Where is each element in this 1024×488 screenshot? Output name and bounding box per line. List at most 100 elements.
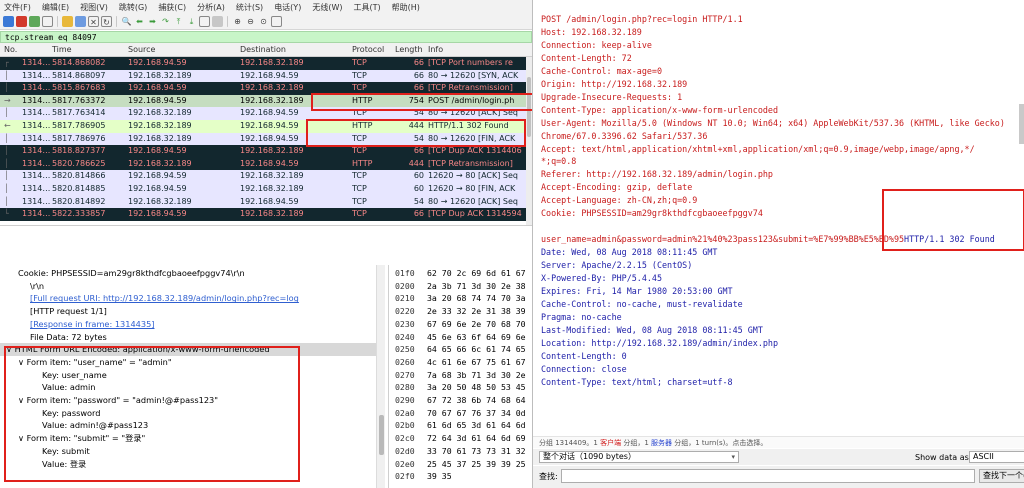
display-filter-bar[interactable]: tcp.stream eq 84097 [0, 31, 532, 43]
packet-row[interactable]: ┌ 1314… 5814.868082 192.168.94.59 192.168.32… [0, 57, 532, 70]
menu-item[interactable]: 文件(F) [4, 2, 31, 13]
hex-bytes[interactable]: 64 65 66 6c 61 74 65 [427, 343, 526, 356]
details-scrollbar[interactable] [376, 265, 385, 488]
packet-row[interactable]: │ 1314… 5818.827377 192.168.94.59 192.168.32… [0, 145, 532, 158]
packet-row[interactable]: │ 1314… 5817.786976 192.168.32.189 192.168.9… [0, 132, 532, 146]
menu-item[interactable]: 工具(T) [353, 2, 380, 13]
close-file-icon[interactable]: ✕ [88, 16, 99, 27]
packet-row[interactable]: │ 1314… 5814.868097 192.168.32.189 192.168.9… [0, 69, 532, 83]
menu-item[interactable]: 无线(W) [312, 2, 342, 13]
hex-bytes[interactable]: 62 70 2c 69 6d 61 67 [427, 267, 526, 280]
hex-bytes[interactable]: 67 69 6e 2e 70 68 70 [427, 318, 526, 331]
stream-scrollbar-thumb[interactable] [1019, 104, 1024, 144]
find-packet-icon[interactable]: 🔍 [121, 16, 132, 27]
hex-bytes[interactable]: 7a 68 3b 71 3d 30 2e [427, 369, 526, 382]
detail-row[interactable]: Value: admin!@#pass123 [0, 419, 376, 432]
menu-item[interactable]: 编辑(E) [42, 2, 69, 13]
first-packet-icon[interactable]: ⤒ [173, 16, 184, 27]
go-to-packet-icon[interactable]: ↷ [160, 16, 171, 27]
status-server-link[interactable]: 服务器 [651, 439, 672, 447]
colorize-icon[interactable] [212, 16, 223, 27]
hex-bytes[interactable]: 4c 61 6e 67 75 61 67 [427, 356, 526, 369]
stop-capture-icon[interactable] [16, 16, 27, 27]
detail-row[interactable]: [HTTP request 1/1] [0, 305, 376, 318]
zoom-out-icon[interactable]: ⊖ [245, 16, 256, 27]
hex-bytes[interactable]: 39 35 [427, 470, 452, 483]
zoom-in-icon[interactable]: ⊕ [232, 16, 243, 27]
hex-bytes[interactable]: 70 67 67 76 37 34 0d [427, 407, 526, 420]
column-header-length[interactable]: Length [395, 45, 423, 54]
conversation-select[interactable]: 整个对话（1090 bytes） ▾ [539, 451, 739, 463]
status-client-link[interactable]: 客户端 [600, 439, 621, 447]
packet-row[interactable]: └ 1314… 5822.333857 192.168.94.59 192.168.32… [0, 208, 532, 221]
last-packet-icon[interactable]: ⤓ [186, 16, 197, 27]
save-file-icon[interactable] [75, 16, 86, 27]
hex-bytes[interactable]: 2a 3b 71 3d 30 2e 38 [427, 280, 526, 293]
column-header-no[interactable]: No. [4, 45, 17, 54]
column-header-destination[interactable]: Destination [240, 45, 286, 54]
detail-row[interactable]: Cookie: PHPSESSID=am29gr8kthdfcgbaoeefpg… [0, 267, 376, 280]
resize-columns-icon[interactable] [271, 16, 282, 27]
show-data-select[interactable]: ASCII [969, 451, 1024, 463]
find-next-button[interactable]: 查找下一个(N) [979, 469, 1024, 483]
menu-item[interactable]: 视图(V) [80, 2, 108, 13]
hex-bytes[interactable]: 25 45 37 25 39 39 25 [427, 458, 526, 471]
detail-row[interactable]: Value: 登录 [0, 458, 376, 471]
options-gear-icon[interactable] [42, 16, 53, 27]
find-input[interactable] [561, 469, 975, 483]
detail-row[interactable]: Key: user_name [0, 369, 376, 382]
packet-row[interactable]: │ 1314… 5817.763414 192.168.32.189 192.168.9… [0, 107, 532, 120]
packet-row[interactable]: │ 1314… 5820.814885 192.168.94.59 192.168.32… [0, 183, 532, 196]
detail-row[interactable]: File Data: 72 bytes [0, 331, 376, 344]
packet-row[interactable]: │ 1314… 5820.786625 192.168.32.189 192.168.9… [0, 157, 532, 171]
packet-row[interactable]: ← 1314… 5817.786905 192.168.32.189 192.168.9… [0, 120, 532, 133]
hex-bytes[interactable]: 61 6d 65 3d 61 64 6d [427, 419, 526, 432]
menu-item[interactable]: 捕获(C) [158, 2, 186, 13]
hex-bytes[interactable]: 33 70 61 73 73 31 32 [427, 445, 526, 458]
detail-row[interactable]: Value: admin [0, 381, 376, 394]
menu-item[interactable]: 电话(Y) [274, 2, 301, 13]
column-header-info[interactable]: Info [428, 45, 443, 54]
open-file-icon[interactable] [62, 16, 73, 27]
autoscroll-icon[interactable] [199, 16, 210, 27]
menu-item[interactable]: 帮助(H) [392, 2, 420, 13]
packet-row[interactable]: │ 1314… 5820.814892 192.168.32.189 192.168.9… [0, 195, 532, 209]
restart-capture-icon[interactable] [29, 16, 40, 27]
menu-item[interactable]: 分析(A) [197, 2, 225, 13]
hex-bytes[interactable]: 67 72 38 6b 74 68 64 [427, 394, 526, 407]
column-header-source[interactable]: Source [128, 45, 155, 54]
detail-row[interactable]: \r\n [0, 280, 376, 293]
detail-row[interactable]: ∨ Form item: "user_name" = "admin" [0, 356, 376, 369]
shark-fin-start-icon[interactable] [3, 16, 14, 27]
stream-text: Cache-Control: max-age=0 [541, 65, 663, 76]
scrollbar-thumb[interactable] [379, 415, 384, 455]
hex-row: 02f0 39 35 [395, 470, 452, 483]
display-filter-text[interactable]: tcp.stream eq 84097 [5, 33, 97, 42]
packet-row[interactable]: │ 1314… 5820.814866 192.168.94.59 192.168.32… [0, 170, 532, 183]
hex-bytes[interactable]: 3a 20 50 48 50 53 45 [427, 381, 526, 394]
column-header-time[interactable]: Time [52, 45, 72, 54]
detail-row[interactable]: ∨ Form item: "submit" = "登录" [0, 432, 376, 445]
hex-bytes[interactable]: 72 64 3d 61 64 6d 69 [427, 432, 526, 445]
zoom-reset-icon[interactable]: ⊙ [258, 16, 269, 27]
detail-row[interactable]: Key: submit [0, 445, 376, 458]
packet-row[interactable]: → 1314… 5817.763372 192.168.94.59 192.168.32… [0, 94, 532, 108]
hex-bytes[interactable]: 3a 20 68 74 74 70 3a [427, 292, 526, 305]
hex-bytes[interactable]: 45 6e 63 6f 64 69 6e [427, 331, 526, 344]
hex-bytes[interactable]: 2e 33 32 2e 31 38 39 [427, 305, 526, 318]
detail-row[interactable]: Key: password [0, 407, 376, 420]
menu-item[interactable]: 统计(S) [236, 2, 263, 13]
column-header-protocol[interactable]: Protocol [352, 45, 384, 54]
go-forward-icon[interactable]: ➡ [147, 16, 158, 27]
reload-icon[interactable]: ↻ [101, 16, 112, 27]
detail-link[interactable]: [Response in frame: 1314435] [0, 318, 376, 331]
hex-row: 02a0 70 67 67 76 37 34 0d [395, 407, 526, 420]
detail-row[interactable]: ∨ HTML Form URL Encoded: application/x-w… [0, 343, 376, 356]
response-line: Cache-Control: no-cache, must-revalidate [541, 298, 743, 311]
menu-item[interactable]: 跳转(G) [119, 2, 147, 13]
packet-row[interactable]: │ 1314… 5815.867683 192.168.94.59 192.168.32… [0, 82, 532, 95]
go-back-icon[interactable]: ⬅ [134, 16, 145, 27]
detail-link[interactable]: [Full request URI: http://192.168.32.189… [0, 292, 376, 305]
scrollbar-thumb[interactable] [527, 77, 531, 137]
detail-row[interactable]: ∨ Form item: "password" = "admin!@#pass1… [0, 394, 376, 407]
